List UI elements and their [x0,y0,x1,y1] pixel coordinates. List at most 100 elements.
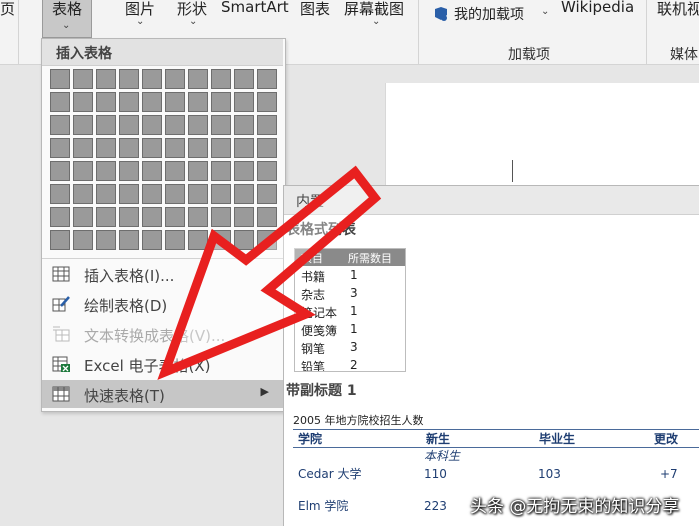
grid-cell[interactable] [96,92,116,112]
grid-cell[interactable] [234,115,254,135]
grid-cell[interactable] [119,69,139,89]
grid-cell[interactable] [50,207,70,227]
gallery-section-title: 表格式列表 [286,222,356,238]
grid-cell[interactable] [165,207,185,227]
grid-cell[interactable] [188,138,208,158]
grid-cell[interactable] [73,69,93,89]
grid-cell[interactable] [96,115,116,135]
grid-cell[interactable] [188,207,208,227]
grid-cell[interactable] [257,115,277,135]
grid-cell[interactable] [188,92,208,112]
grid-cell[interactable] [211,161,231,181]
grid-cell[interactable] [119,92,139,112]
grid-cell[interactable] [73,184,93,204]
grid-cell[interactable] [234,207,254,227]
grid-cell[interactable] [257,184,277,204]
grid-cell[interactable] [142,230,162,250]
grid-cell[interactable] [50,230,70,250]
grid-cell[interactable] [165,115,185,135]
table-header-row: 学院 新生 毕业生 更改 [293,429,699,448]
grid-cell[interactable] [119,207,139,227]
quick-table-tabular-list[interactable]: 项目 所需数目 书籍 1 杂志 3 笔记本 1 便笺簿 1 钢笔 3 铅笔 2 [294,248,406,372]
grid-cell[interactable] [142,161,162,181]
grid-cell[interactable] [73,115,93,135]
menu-item-text-to-table[interactable]: 文本转换成表格(V)... [42,320,283,348]
menu-item-draw-table[interactable]: 绘制表格(D) [42,290,283,318]
table-size-grid[interactable] [50,69,277,250]
grid-cell[interactable] [211,230,231,250]
grid-cell[interactable] [234,230,254,250]
grid-cell[interactable] [211,207,231,227]
grid-cell[interactable] [73,92,93,112]
grid-cell[interactable] [119,115,139,135]
grid-cell[interactable] [96,184,116,204]
menu-item-excel-spreadsheet[interactable]: Excel 电子表格(X) [42,350,283,378]
gallery-section-title: 带副标题 1 [286,383,357,399]
grid-cell[interactable] [142,69,162,89]
grid-cell[interactable] [119,230,139,250]
menu-item-insert-table[interactable]: 插入表格(I)... [42,260,283,288]
grid-cell[interactable] [257,207,277,227]
grid-cell[interactable] [142,207,162,227]
grid-cell[interactable] [211,115,231,135]
grid-cell[interactable] [119,184,139,204]
menu-item-label: 插入表格(I)... [84,267,175,285]
my-addins-button[interactable]: 我的加载项 [454,4,524,24]
document-page[interactable] [385,83,699,193]
grid-cell[interactable] [165,184,185,204]
menu-item-quick-tables[interactable]: 快速表格(T) ▶ [42,380,283,408]
grid-cell[interactable] [142,115,162,135]
grid-cell[interactable] [165,161,185,181]
grid-cell[interactable] [188,115,208,135]
grid-cell[interactable] [211,138,231,158]
grid-cell[interactable] [211,92,231,112]
grid-cell[interactable] [257,92,277,112]
grid-cell[interactable] [257,230,277,250]
grid-cell[interactable] [50,92,70,112]
grid-cell[interactable] [211,184,231,204]
grid-cell[interactable] [188,69,208,89]
table-row: 便笺簿 1 [295,321,405,339]
table-button[interactable]: 表格 ⌄ [42,0,92,38]
grid-cell[interactable] [257,138,277,158]
grid-cell[interactable] [142,92,162,112]
grid-cell[interactable] [119,161,139,181]
grid-cell[interactable] [119,138,139,158]
ribbon-tab-page-partial[interactable]: 页 [0,0,15,19]
grid-cell[interactable] [257,69,277,89]
grid-cell[interactable] [50,184,70,204]
grid-cell[interactable] [50,161,70,181]
grid-cell[interactable] [142,138,162,158]
grid-cell[interactable] [188,161,208,181]
grid-cell[interactable] [165,230,185,250]
grid-cell[interactable] [96,207,116,227]
smartart-button[interactable]: SmartArt [221,0,289,16]
grid-cell[interactable] [234,69,254,89]
grid-cell[interactable] [165,69,185,89]
grid-cell[interactable] [142,184,162,204]
grid-cell[interactable] [96,69,116,89]
grid-cell[interactable] [234,92,254,112]
grid-cell[interactable] [50,69,70,89]
grid-cell[interactable] [50,115,70,135]
grid-cell[interactable] [165,138,185,158]
grid-cell[interactable] [96,230,116,250]
online-video-button[interactable]: 联机视 [657,0,699,19]
grid-cell[interactable] [96,138,116,158]
chart-button[interactable]: 图表 [300,0,330,19]
grid-cell[interactable] [73,138,93,158]
grid-cell[interactable] [188,230,208,250]
grid-cell[interactable] [73,230,93,250]
grid-cell[interactable] [73,207,93,227]
grid-cell[interactable] [96,161,116,181]
grid-cell[interactable] [234,184,254,204]
grid-cell[interactable] [211,69,231,89]
grid-cell[interactable] [234,161,254,181]
grid-cell[interactable] [257,161,277,181]
grid-cell[interactable] [165,92,185,112]
grid-cell[interactable] [188,184,208,204]
grid-cell[interactable] [234,138,254,158]
grid-cell[interactable] [73,161,93,181]
wikipedia-button[interactable]: Wikipedia [561,0,634,16]
grid-cell[interactable] [50,138,70,158]
